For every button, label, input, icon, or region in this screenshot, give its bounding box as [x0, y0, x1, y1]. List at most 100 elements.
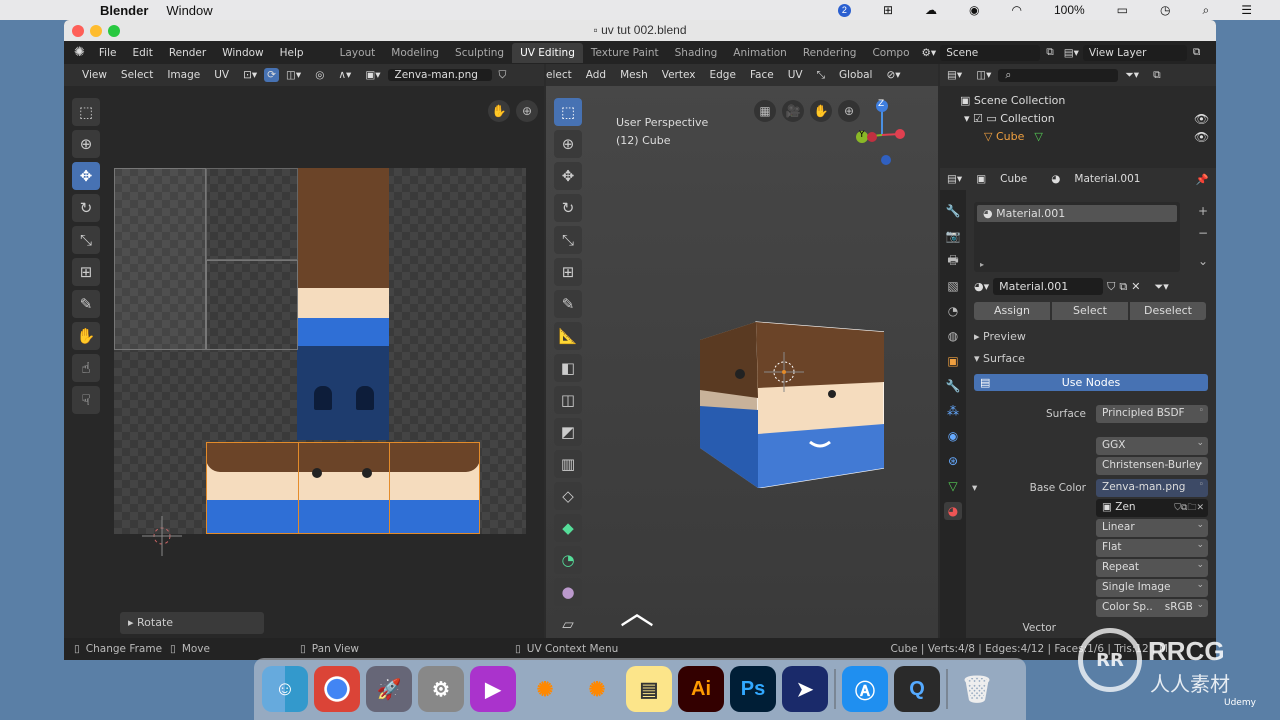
clock-status-icon[interactable]: ◉: [969, 3, 979, 17]
remove-slot-icon[interactable]: −: [1194, 224, 1212, 242]
tool-tab-icon[interactable]: 🔧: [944, 202, 962, 220]
select-box-tool-icon[interactable]: ⬚: [72, 98, 100, 126]
tab-uv-editing[interactable]: UV Editing: [512, 42, 583, 63]
uv-sync-icon[interactable]: ⟳: [264, 68, 279, 82]
uv-menu-select[interactable]: Select: [114, 69, 160, 81]
proportional-icon[interactable]: ◎: [308, 69, 331, 81]
battery-label[interactable]: 100%: [1054, 3, 1085, 17]
move-tool-icon[interactable]: ✥: [72, 162, 100, 190]
deselect-button[interactable]: Deselect: [1130, 302, 1206, 320]
props-editor-type-icon[interactable]: ▤▾: [940, 173, 969, 185]
uv-menu-image[interactable]: Image: [160, 69, 207, 81]
new-scene-icon[interactable]: ⧉: [1046, 46, 1054, 59]
material-browse-icon[interactable]: ◕▾: [974, 280, 989, 293]
image-actions-icon[interactable]: ⛉⧉🗀✕: [1174, 500, 1204, 516]
material-slots-list[interactable]: ◕ Material.001: [974, 202, 1180, 272]
dock-blender-2-icon[interactable]: ✺: [574, 666, 620, 712]
material-unlink-icon[interactable]: ✕: [1131, 280, 1140, 293]
world-tab-icon[interactable]: ◍: [944, 327, 962, 345]
expand-icon[interactable]: ▾: [972, 482, 977, 494]
pivot-icon[interactable]: ⊘▾: [879, 69, 907, 81]
knife-tool-icon[interactable]: ◇: [554, 482, 582, 510]
vp-measure-tool-icon[interactable]: 📐: [554, 322, 582, 350]
tab-rendering[interactable]: Rendering: [795, 43, 865, 63]
camera-icon[interactable]: 🎥: [782, 100, 804, 122]
dock-app-store-icon[interactable]: Ⓐ: [842, 666, 888, 712]
pan-hand-icon[interactable]: ✋: [488, 100, 510, 122]
tab-layout[interactable]: Layout: [332, 43, 384, 63]
collection-visibility-icon[interactable]: 👁: [1194, 112, 1209, 126]
orientation-dropdown[interactable]: Global: [832, 69, 880, 81]
dock-launchpad-icon[interactable]: 🚀: [366, 666, 412, 712]
fake-user-icon[interactable]: ⛉: [492, 69, 514, 82]
expand-icon[interactable]: ▾ ☑ ▭: [964, 112, 1000, 125]
new-view-layer-icon[interactable]: ⧉: [1193, 46, 1201, 59]
uv-menu-uv[interactable]: UV: [207, 69, 236, 81]
vp-menu-uv[interactable]: UV: [781, 69, 810, 81]
vp-scale-tool-icon[interactable]: ⤡: [554, 226, 582, 254]
display-mode-icon[interactable]: ◫▾: [969, 69, 998, 81]
slot-specials-icon[interactable]: ⌄: [1194, 252, 1212, 270]
zoom-window-button[interactable]: [108, 25, 120, 37]
add-slot-icon[interactable]: +: [1194, 202, 1212, 220]
extrude-tool-icon[interactable]: ◧: [554, 354, 582, 382]
menu-file[interactable]: File: [91, 47, 125, 59]
uv-image-canvas[interactable]: [114, 168, 526, 534]
dock-illustrator-icon[interactable]: Ai: [678, 666, 724, 712]
vp-menu-select[interactable]: elect: [546, 69, 579, 81]
dock-quicktime-icon[interactable]: Q: [894, 666, 940, 712]
sticky-mode-icon[interactable]: ◫▾: [279, 69, 308, 81]
output-tab-icon[interactable]: 🖶: [944, 252, 962, 270]
dock-blender-icon[interactable]: ✺: [522, 666, 568, 712]
extension-dropdown[interactable]: Repeat ⌄: [1096, 559, 1208, 577]
search-icon[interactable]: ⌕: [1203, 3, 1210, 18]
uv-menu-view[interactable]: View: [64, 69, 114, 81]
color-space-dropdown[interactable]: Color Sp.. sRGB ⌄: [1096, 599, 1208, 617]
orientation-icon[interactable]: ⤡: [810, 69, 832, 82]
image-name-field[interactable]: Zenva-man.png: [387, 69, 492, 81]
preview-panel-header[interactable]: ▸ Preview: [974, 330, 1026, 343]
tab-compositing[interactable]: Compo: [864, 43, 917, 63]
window-menu[interactable]: Window: [166, 3, 212, 18]
subsurface-dropdown[interactable]: Christensen-Burley ⌄: [1096, 457, 1208, 475]
dock-cursor-app-icon[interactable]: ➤: [782, 666, 828, 712]
notification-badge-icon[interactable]: 2: [837, 3, 851, 17]
vp-annotate-tool-icon[interactable]: ✎: [554, 290, 582, 318]
select-button[interactable]: Select: [1052, 302, 1128, 320]
view-layer-icon[interactable]: ▤▾: [1064, 47, 1079, 59]
polybuild-tool-icon[interactable]: ◆: [554, 514, 582, 542]
interpolation-dropdown[interactable]: Linear ⌄: [1096, 519, 1208, 537]
clock-icon[interactable]: ◷: [1160, 3, 1170, 17]
screenshot-icon[interactable]: ⊞: [883, 3, 893, 17]
scene-field[interactable]: Scene: [940, 44, 1041, 61]
minimize-window-button[interactable]: [90, 25, 102, 37]
blender-logo-icon[interactable]: ✺: [64, 45, 91, 60]
use-nodes-button[interactable]: ▤ Use Nodes: [974, 374, 1208, 391]
vp-pan-icon[interactable]: ✋: [810, 100, 832, 122]
distribution-dropdown[interactable]: GGX ⌄: [1096, 437, 1208, 455]
relax-tool-icon[interactable]: ☝: [72, 354, 100, 382]
vp-rotate-tool-icon[interactable]: ↻: [554, 194, 582, 222]
surface-panel-header[interactable]: ▾ Surface: [974, 352, 1025, 365]
image-datablock-field[interactable]: ▣ Zen ⛉⧉🗀✕: [1096, 499, 1208, 517]
props-object-name[interactable]: Cube: [993, 173, 1034, 185]
filter-icon[interactable]: ⏷▾: [1118, 69, 1146, 82]
new-collection-icon[interactable]: ⧉: [1146, 69, 1168, 82]
grid-view-icon[interactable]: ▦: [754, 100, 776, 122]
app-menu[interactable]: Blender: [100, 3, 148, 18]
vp-transform-tool-icon[interactable]: ⊞: [554, 258, 582, 286]
pinch-tool-icon[interactable]: ☟: [72, 386, 100, 414]
dock-screenflow-icon[interactable]: ▶: [470, 666, 516, 712]
scene-collection-row[interactable]: ▣ Scene Collection: [960, 94, 1065, 107]
cursor-tool-icon[interactable]: ⊕: [72, 130, 100, 158]
falloff-icon[interactable]: ∧▾: [331, 69, 358, 81]
collection-row[interactable]: ▾ ☑ ▭ Collection: [964, 112, 1055, 125]
uv-2d-cursor-icon[interactable]: [142, 516, 182, 556]
material-name-field[interactable]: Material.001: [993, 278, 1104, 295]
menu-render[interactable]: Render: [161, 47, 214, 59]
projection-dropdown[interactable]: Flat ⌄: [1096, 539, 1208, 557]
menu-edit[interactable]: Edit: [124, 47, 160, 59]
cube-object[interactable]: [700, 298, 885, 489]
assign-button[interactable]: Assign: [974, 302, 1050, 320]
shear-tool-icon[interactable]: ▱: [554, 610, 582, 638]
